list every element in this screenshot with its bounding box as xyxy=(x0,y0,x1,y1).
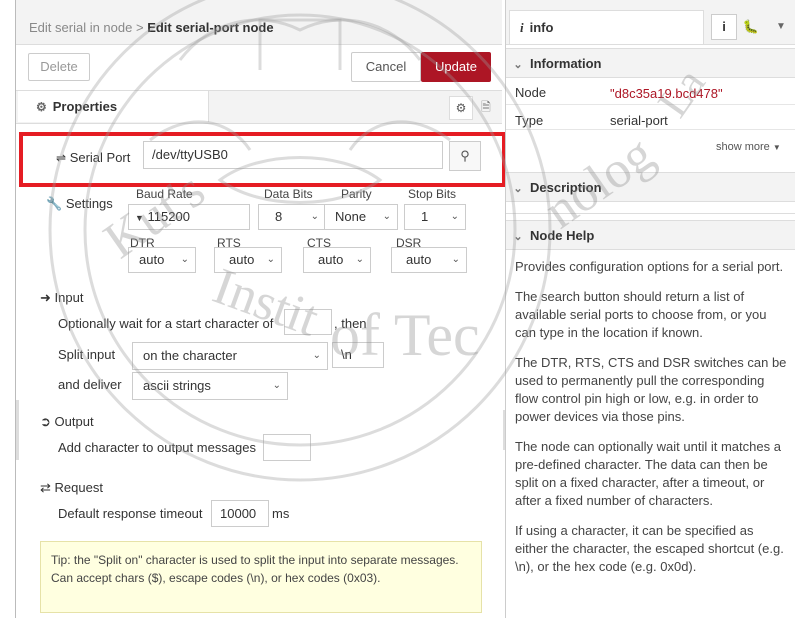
breadcrumb-current: Edit serial-port node xyxy=(147,20,274,35)
description-body xyxy=(506,203,795,214)
chevron-down-icon: ⌄ xyxy=(513,183,523,195)
dtr-select[interactable]: auto ⌄ xyxy=(128,247,196,273)
deliver-label: and deliver xyxy=(58,377,122,392)
dsr-select[interactable]: auto ⌄ xyxy=(391,247,467,273)
help-paragraph: Provides configuration options for a ser… xyxy=(515,259,784,274)
deliver-select[interactable]: ascii strings ⌄ xyxy=(132,372,288,400)
stop-bits-header: Stop Bits xyxy=(408,187,457,201)
chevron-down-icon: ⌄ xyxy=(180,254,189,265)
breadcrumb-separator: > xyxy=(135,20,144,35)
add-char-input[interactable] xyxy=(263,434,311,461)
settings-label: 🔧 Settings xyxy=(46,196,113,211)
chevron-down-icon: ⌄ xyxy=(266,254,275,265)
chevron-down-icon: ▼ xyxy=(772,143,781,152)
chevron-down-icon: ⌄ xyxy=(451,254,460,265)
start-character-input[interactable] xyxy=(284,309,332,335)
chevron-down-icon: ⌄ xyxy=(450,211,459,222)
left-resize-handle[interactable] xyxy=(16,400,19,460)
split-mode-select[interactable]: on the character ⌄ xyxy=(132,342,328,370)
help-paragraph: The DTR, RTS, CTS and DSR switches can b… xyxy=(515,355,787,424)
show-more-link[interactable]: show more ▼ xyxy=(716,141,781,153)
request-heading: ⇄ Request xyxy=(40,480,103,495)
info-icon: i xyxy=(520,20,524,35)
add-char-label: Add character to output messages xyxy=(58,440,257,455)
node-help-body: Provides configuration options for a ser… xyxy=(515,258,787,576)
node-editor-panel: Edit serial in node > Edit serial-port n… xyxy=(15,0,506,618)
bug-icon[interactable]: 🐛 xyxy=(739,14,763,40)
wait-start-label: Optionally wait for a start character of xyxy=(58,316,274,331)
split-value-input[interactable]: \n xyxy=(332,342,384,368)
chevron-down-icon: ⌄ xyxy=(272,380,281,391)
data-bits-select[interactable]: 8 ⌄ xyxy=(258,204,326,230)
output-heading: ➲ Output xyxy=(40,414,94,429)
chevron-down-icon: ⌄ xyxy=(382,211,391,222)
sidebar-menu-chevron-icon[interactable]: ▼ xyxy=(771,14,791,40)
description-section-header[interactable]: ⌄ Description xyxy=(506,172,795,202)
node-id-value[interactable]: "d8c35a19.bcd478" xyxy=(610,86,723,101)
wait-then-label: , then xyxy=(334,316,367,331)
sign-in-icon: ➜ xyxy=(40,290,51,305)
input-heading: ➜ Input xyxy=(40,290,84,305)
delete-button[interactable]: Delete xyxy=(28,53,90,81)
update-button[interactable]: Update xyxy=(421,52,491,82)
highlight-box xyxy=(19,132,506,187)
stop-bits-select[interactable]: 1 ⌄ xyxy=(404,204,466,230)
data-bits-header: Data Bits xyxy=(264,187,313,201)
baud-rate-combo[interactable]: ▼ 115200 xyxy=(128,204,250,230)
tab-properties-label: Properties xyxy=(52,99,118,114)
node-label: Node xyxy=(515,85,547,100)
node-settings-gear-icon[interactable]: ⚙ xyxy=(449,96,473,120)
tab-info[interactable]: i info xyxy=(509,10,704,44)
tab-properties[interactable]: ⚙ Properties xyxy=(18,91,209,122)
split-input-label: Split input xyxy=(58,347,116,362)
wrench-icon: 🔧 xyxy=(46,196,63,211)
file-icon[interactable]: 🗎 xyxy=(475,96,497,118)
chevron-down-icon: ⌄ xyxy=(513,231,523,243)
help-paragraph: The node can optionally wait until it ma… xyxy=(515,439,781,508)
help-paragraph: The search button should return a list o… xyxy=(515,289,767,340)
help-paragraph: If using a character, it can be specifie… xyxy=(515,523,784,574)
node-help-section-header[interactable]: ⌄ Node Help xyxy=(506,220,795,250)
type-row: Type serial-port xyxy=(506,105,795,130)
chevron-down-icon: ⌄ xyxy=(312,350,321,361)
baud-rate-header: Baud Rate xyxy=(136,187,193,201)
chevron-down-icon: ⌄ xyxy=(355,254,364,265)
breadcrumb: Edit serial in node > Edit serial-port n… xyxy=(29,20,274,35)
information-section-header[interactable]: ⌄ Information xyxy=(506,48,795,78)
exchange-icon: ⇄ xyxy=(40,480,51,495)
chevron-down-icon: ▼ xyxy=(135,213,144,223)
parity-header: Parity xyxy=(341,187,372,201)
tip-box: Tip: the "Split on" character is used to… xyxy=(40,541,482,613)
timeout-label: Default response timeout xyxy=(58,506,203,521)
chevron-down-icon: ⌄ xyxy=(310,211,319,222)
timeout-input[interactable]: 10000 xyxy=(211,500,269,527)
info-tab-button[interactable]: i xyxy=(711,14,737,40)
info-sidebar: i info i 🐛 ▼ ⌄ Information Node "d8c35a19.… xyxy=(505,0,795,618)
parity-select[interactable]: None ⌄ xyxy=(324,204,398,230)
rts-select[interactable]: auto ⌄ xyxy=(214,247,282,273)
chevron-down-icon: ⌄ xyxy=(513,59,523,71)
type-label: Type xyxy=(515,113,544,128)
sign-out-icon: ➲ xyxy=(40,414,51,429)
type-value: serial-port xyxy=(610,113,668,128)
cts-select[interactable]: auto ⌄ xyxy=(303,247,371,273)
timeout-unit: ms xyxy=(272,506,290,521)
node-row: Node "d8c35a19.bcd478" xyxy=(506,80,795,105)
gear-icon: ⚙ xyxy=(36,100,47,114)
breadcrumb-parent[interactable]: Edit serial in node xyxy=(29,20,132,35)
cancel-button[interactable]: Cancel xyxy=(351,52,421,82)
